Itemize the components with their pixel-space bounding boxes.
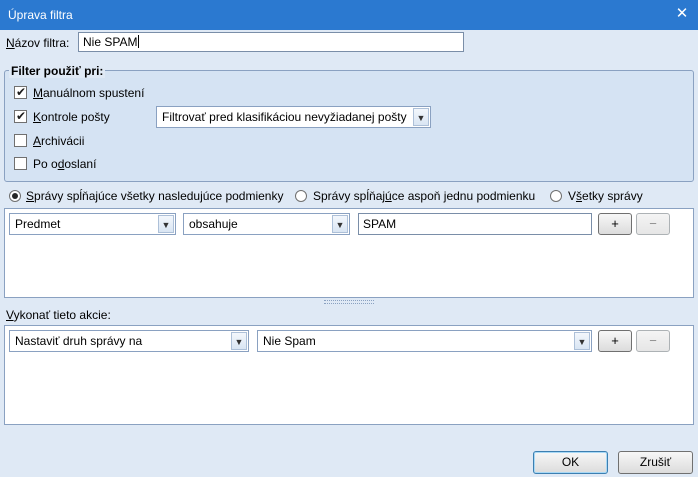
ok-button[interactable]: OK (533, 451, 608, 474)
archive-label: Archivácii (33, 134, 85, 148)
apply-when-legend: Filter použiť pri: (9, 64, 106, 78)
match-any-label: Správy spĺňajúce aspoň jednu podmienku (313, 189, 536, 203)
filter-name-label: Názov filtra: (6, 36, 70, 50)
remove-action-button[interactable]: − (636, 330, 670, 352)
radio-dot (12, 193, 18, 199)
condition-value-input[interactable]: SPAM (358, 213, 592, 235)
add-action-button[interactable]: + (598, 330, 632, 352)
action-type-select[interactable]: Nastaviť druh správy na ▼ (9, 330, 249, 352)
match-everything-label: Všetky správy (568, 189, 643, 203)
filter-name-input[interactable]: Nie SPAM (78, 32, 464, 52)
manual-run-label: Manuálnom spustení (33, 86, 145, 100)
checkmark-icon: ✔ (16, 85, 27, 99)
remove-condition-button[interactable]: − (636, 213, 670, 235)
manual-run-checkbox[interactable]: ✔ (14, 85, 27, 99)
splitter-handle[interactable] (324, 300, 374, 304)
archive-checkbox[interactable] (14, 134, 27, 147)
match-any-radio[interactable] (295, 190, 307, 202)
chevron-down-icon: ▼ (574, 332, 590, 350)
condition-field-select[interactable]: Predmet ▼ (9, 213, 176, 235)
match-all-radio[interactable] (9, 190, 21, 202)
after-send-checkbox[interactable] (14, 157, 27, 170)
match-everything-radio[interactable] (550, 190, 562, 202)
chevron-down-icon: ▼ (158, 215, 174, 233)
close-icon[interactable]: ✕ (672, 4, 692, 24)
window-title: Úprava filtra (8, 8, 73, 22)
cancel-button[interactable]: Zrušiť (618, 451, 693, 474)
action-value-select[interactable]: Nie Spam ▼ (257, 330, 592, 352)
add-condition-button[interactable]: + (598, 213, 632, 235)
actions-label: Vykonať tieto akcie: (6, 308, 111, 322)
title-bar: Úprava filtra ✕ (0, 0, 698, 30)
filter-timing-select[interactable]: Filtrovať pred klasifikáciou nevyžiadane… (156, 106, 431, 128)
match-all-label: Správy spĺňajúce všetky nasledujúce podm… (26, 189, 284, 203)
mail-check-checkbox[interactable]: ✔ (14, 109, 27, 123)
condition-operator-select[interactable]: obsahuje ▼ (183, 213, 350, 235)
chevron-down-icon: ▼ (332, 215, 348, 233)
mail-check-label: Kontrole pošty (33, 110, 110, 124)
checkmark-icon: ✔ (16, 109, 27, 123)
after-send-label: Po odoslaní (33, 157, 97, 171)
chevron-down-icon: ▼ (231, 332, 247, 350)
chevron-down-icon: ▼ (413, 108, 429, 126)
